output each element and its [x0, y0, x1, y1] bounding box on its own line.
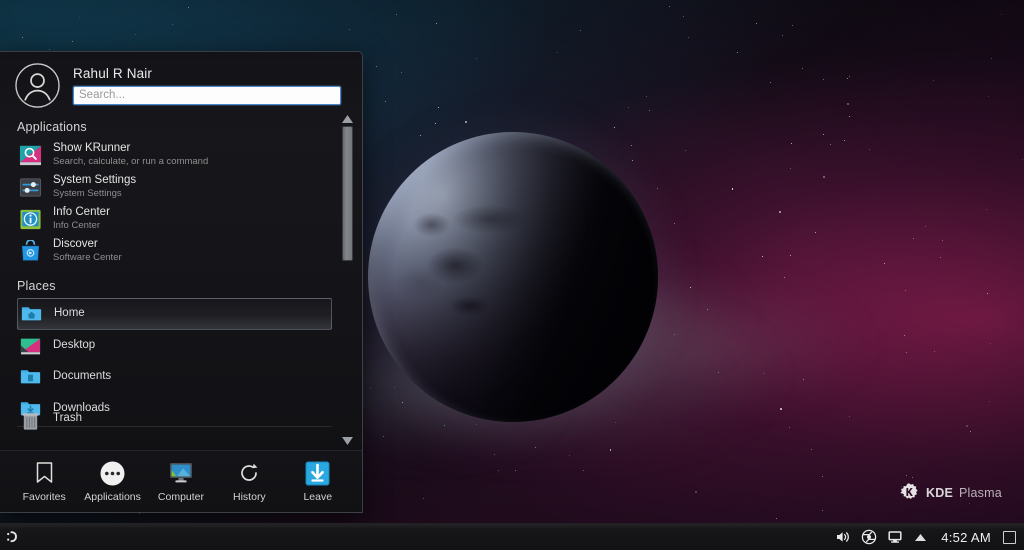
taskbar-left-area: [4, 529, 21, 546]
trash-icon: [19, 409, 42, 431]
place-item-documents[interactable]: Documents: [0, 361, 362, 393]
app-item-subtitle: Software Center: [53, 253, 122, 264]
volume-icon[interactable]: [834, 529, 851, 546]
network-icon[interactable]: [860, 529, 877, 546]
app-item-title: Show KRunner: [53, 142, 208, 155]
task-manager-icon[interactable]: [4, 529, 21, 546]
applications-dots-icon: [100, 460, 126, 486]
kde-logo-icon: [898, 482, 920, 504]
folder-home-icon: [20, 302, 43, 325]
leave-arrow-icon: [305, 460, 331, 486]
search-field[interactable]: [73, 86, 341, 105]
scroll-up-arrow[interactable]: [341, 115, 354, 124]
app-item-krunner[interactable]: Show KRunner Search, calculate, or run a…: [0, 139, 362, 171]
place-item-label: Documents: [53, 370, 111, 383]
app-item-title: Info Center: [53, 206, 110, 219]
section-title-places: Places: [0, 267, 362, 298]
place-item-label: Home: [54, 307, 85, 320]
user-name-label: Rahul R Nair: [73, 66, 348, 81]
system-settings-icon: [19, 176, 42, 199]
kde-plasma-watermark: KDE Plasma: [898, 482, 1002, 504]
place-item-label: Trash: [53, 412, 82, 425]
show-hidden-chevron-icon[interactable]: [912, 529, 929, 546]
taskbar-clock[interactable]: 4:52 AM: [938, 530, 994, 545]
kickoff-content-list: Applications Show KRunner Search, calcul…: [0, 110, 362, 450]
app-item-title: System Settings: [53, 174, 136, 187]
discover-icon: [19, 240, 42, 263]
place-item-label: Desktop: [53, 339, 95, 352]
kickoff-tab-bar: Favorites Applications Computer: [0, 450, 362, 512]
search-input[interactable]: [79, 89, 335, 101]
kickoff-scrollbar[interactable]: [341, 115, 354, 446]
app-item-system-settings[interactable]: System Settings System Settings: [0, 171, 362, 203]
scroll-down-arrow[interactable]: [341, 437, 354, 446]
place-item-trash[interactable]: Trash: [0, 409, 362, 431]
tab-label: Applications: [84, 491, 141, 503]
kickoff-application-menu: Rahul R Nair Applications Show KRunner S…: [0, 51, 363, 513]
folder-desktop-icon: [19, 334, 42, 357]
computer-monitor-icon: [168, 460, 194, 486]
system-tray: 4:52 AM: [834, 529, 1018, 546]
tab-label: Favorites: [23, 491, 66, 503]
place-item-desktop[interactable]: Desktop: [0, 330, 362, 362]
tab-label: Computer: [158, 491, 204, 503]
watermark-brand: KDE: [926, 486, 953, 500]
folder-documents-icon: [19, 365, 42, 388]
app-item-info-center[interactable]: Info Center Info Center: [0, 203, 362, 235]
tab-label: History: [233, 491, 266, 503]
watermark-product: Plasma: [959, 486, 1002, 500]
tab-history[interactable]: History: [218, 460, 280, 503]
kickoff-header: Rahul R Nair: [0, 52, 362, 110]
app-item-subtitle: Info Center: [53, 221, 110, 232]
tab-label: Leave: [303, 491, 332, 503]
krunner-icon: [19, 144, 42, 167]
user-avatar-icon[interactable]: [14, 62, 61, 109]
app-item-title: Discover: [53, 238, 122, 251]
display-icon[interactable]: [886, 529, 903, 546]
tab-computer[interactable]: Computer: [150, 460, 212, 503]
tab-applications[interactable]: Applications: [82, 460, 144, 503]
info-center-icon: [19, 208, 42, 231]
show-desktop-icon[interactable]: [1003, 531, 1016, 544]
section-title-applications: Applications: [0, 116, 362, 139]
app-item-subtitle: System Settings: [53, 189, 136, 200]
tab-favorites[interactable]: Favorites: [13, 460, 75, 503]
bookmark-icon: [31, 460, 57, 486]
app-item-discover[interactable]: Discover Software Center: [0, 235, 362, 267]
app-item-subtitle: Search, calculate, or run a command: [53, 157, 208, 168]
tab-leave[interactable]: Leave: [287, 460, 349, 503]
place-item-home[interactable]: Home: [17, 298, 332, 330]
taskbar-panel: 4:52 AM: [0, 523, 1024, 550]
scrollbar-track[interactable]: [342, 126, 353, 435]
history-undo-icon: [236, 460, 262, 486]
scrollbar-thumb[interactable]: [342, 126, 353, 261]
